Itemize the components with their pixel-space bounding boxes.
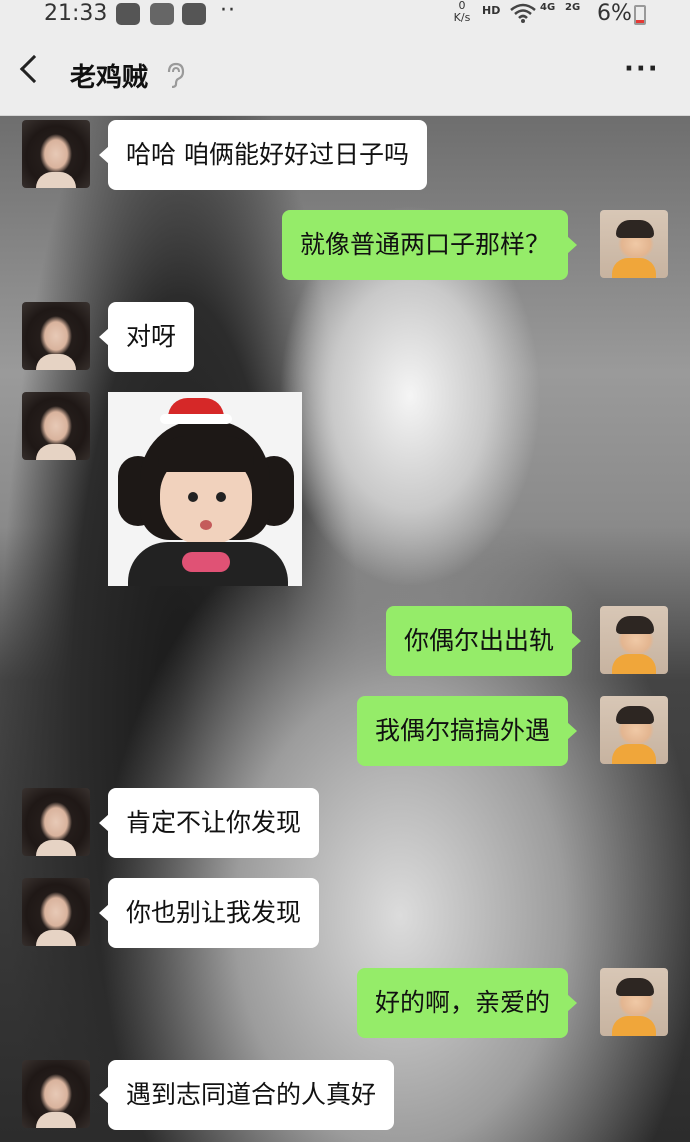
message-bubble-left[interactable]: 哈哈 咱俩能好好过日子吗 <box>99 120 427 190</box>
app-notification-icon <box>182 3 206 25</box>
battery-icon <box>634 5 646 25</box>
contact-avatar[interactable] <box>22 120 90 188</box>
hd-indicator: HD <box>482 4 501 17</box>
message-bubble-right[interactable]: 你偶尔出出轨 <box>386 606 582 676</box>
sticker-eye <box>188 492 198 502</box>
girl-pout-sticker[interactable] <box>108 392 302 586</box>
self-avatar[interactable] <box>600 606 668 674</box>
signal-4g-icon: 4G <box>540 2 555 13</box>
contact-avatar[interactable] <box>22 392 90 460</box>
network-speed: 0 K/s <box>451 0 473 24</box>
self-avatar[interactable] <box>600 210 668 278</box>
status-time: 21:33 <box>44 1 108 26</box>
app-notification-icon <box>116 3 140 25</box>
contact-avatar[interactable] <box>22 878 90 946</box>
chat-area[interactable]: 哈哈 咱俩能好好过日子吗 就像普通两口子那样？ 对呀 你偶尔出出轨 我偶尔搞搞外… <box>0 116 690 1142</box>
message-bubble-left[interactable]: 你也别让我发现 <box>98 878 320 948</box>
ear-icon <box>165 62 185 92</box>
self-avatar[interactable] <box>600 968 668 1036</box>
sticker-hat-band <box>160 414 232 424</box>
chat-header: 老鸡贼 ··· <box>0 30 690 116</box>
chat-title: 老鸡贼 <box>70 63 149 93</box>
status-bar: 21:33 ·· 0 K/s HD 4G 2G 6% <box>0 0 690 30</box>
signal-4g-label: 4G <box>540 2 556 13</box>
message-bubble-left[interactable]: 肯定不让你发现 <box>98 788 320 858</box>
self-avatar[interactable] <box>600 696 668 764</box>
contact-avatar[interactable] <box>22 302 90 370</box>
message-bubble-right[interactable]: 我偶尔搞搞外遇 <box>357 696 578 766</box>
more-notifications-icon: ·· <box>220 0 236 23</box>
signal-2g-icon: 2G <box>565 2 580 13</box>
contact-avatar[interactable] <box>22 1060 90 1128</box>
message-bubble-right[interactable]: 好的啊，亲爱的 <box>357 968 578 1038</box>
gallery-icon <box>150 3 174 25</box>
wifi-icon <box>510 2 536 30</box>
more-options-button[interactable]: ··· <box>624 54 660 84</box>
back-arrow-icon[interactable] <box>19 54 49 84</box>
contact-avatar[interactable] <box>22 788 90 856</box>
sticker-mouth <box>200 520 212 530</box>
sticker-bangs <box>158 436 254 472</box>
sticker-collar <box>182 552 230 572</box>
network-speed-unit: K/s <box>453 11 471 24</box>
battery-percent: 6% <box>597 1 632 26</box>
message-bubble-left[interactable]: 遇到志同道合的人真好 <box>98 1060 395 1130</box>
message-bubble-left[interactable]: 对呀 <box>98 302 195 372</box>
signal-2g-label: 2G <box>565 2 581 13</box>
sticker-eye <box>216 492 226 502</box>
message-bubble-right[interactable]: 就像普通两口子那样？ <box>282 210 578 280</box>
